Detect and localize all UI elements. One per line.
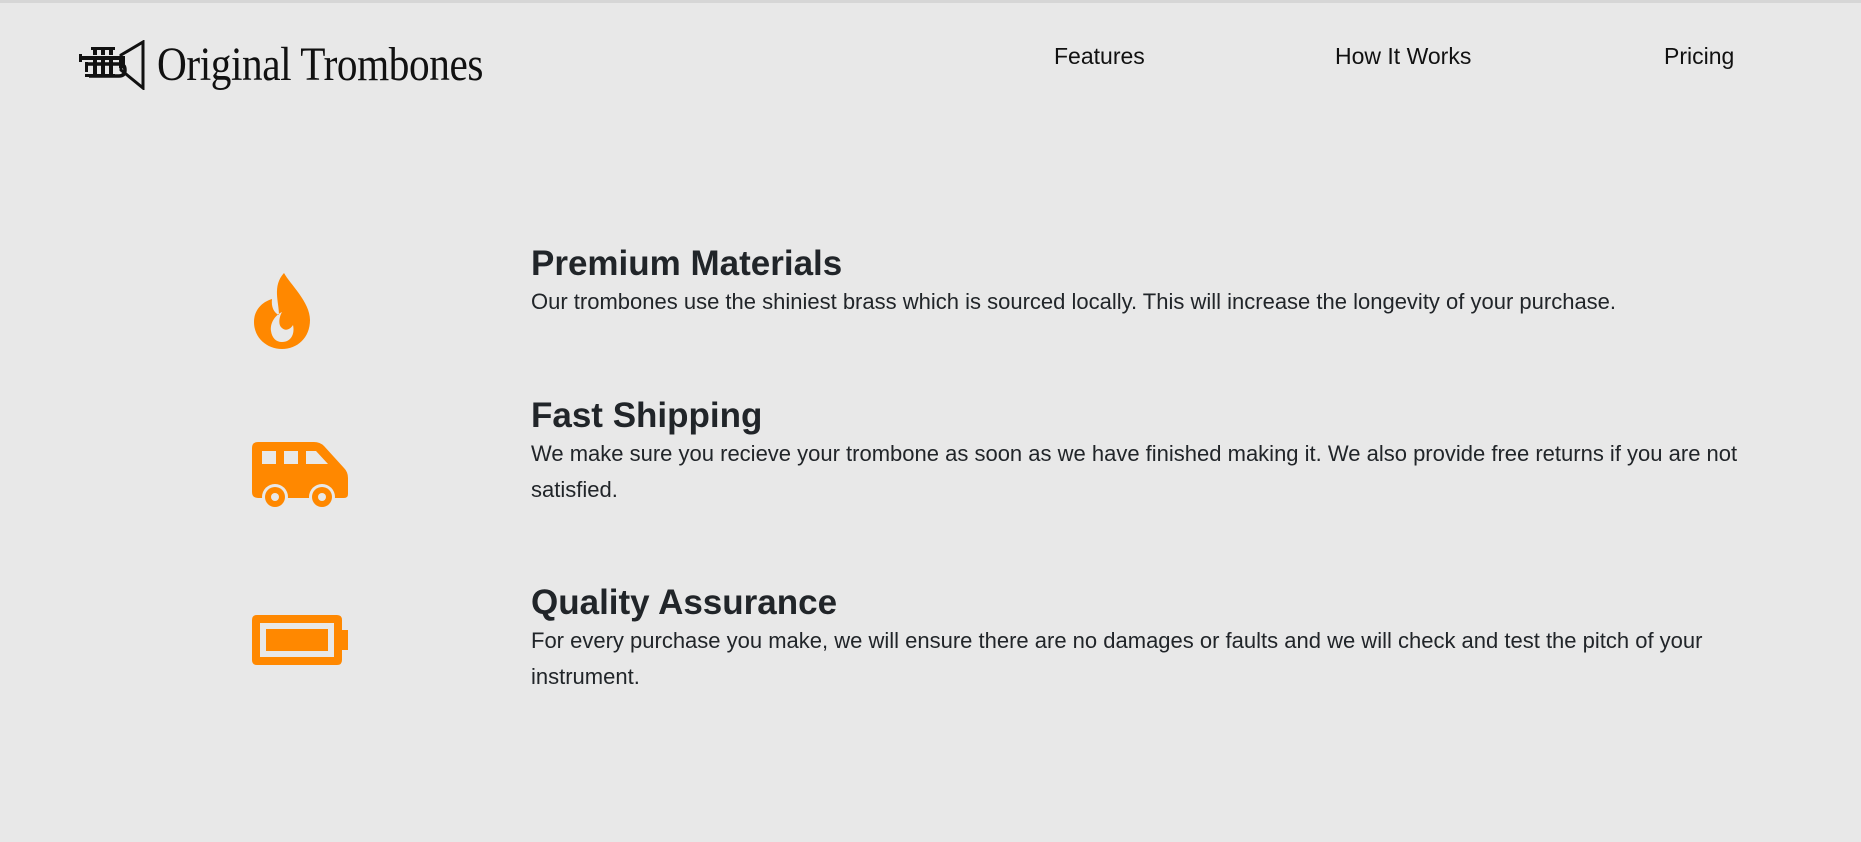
nav-link-how-it-works[interactable]: How It Works [1335,43,1471,69]
nav-link-features[interactable]: Features [1054,43,1145,69]
feature-body: Premium Materials Our trombones use the … [531,244,1771,320]
feature-body: Fast Shipping We make sure you recieve y… [531,396,1771,508]
feature-description: We make sure you recieve your trombone a… [531,441,1738,502]
feature-title: Quality Assurance [531,583,838,622]
trumpet-icon [79,40,145,90]
fire-icon [254,273,310,349]
battery-full-icon [252,615,348,665]
feature-title: Fast Shipping [531,396,763,435]
van-icon [252,442,348,510]
feature-title: Premium Materials [531,244,843,283]
site-header: Original Trombones Features How It Works… [0,3,1861,123]
nav-link-pricing[interactable]: Pricing [1664,43,1734,69]
logo-text: Original Trombones [157,38,483,91]
feature-body: Quality Assurance For every purchase you… [531,583,1771,695]
logo[interactable]: Original Trombones [79,35,536,95]
feature-description: Our trombones use the shiniest brass whi… [531,289,1617,314]
feature-description: For every purchase you make, we will ens… [531,628,1703,689]
